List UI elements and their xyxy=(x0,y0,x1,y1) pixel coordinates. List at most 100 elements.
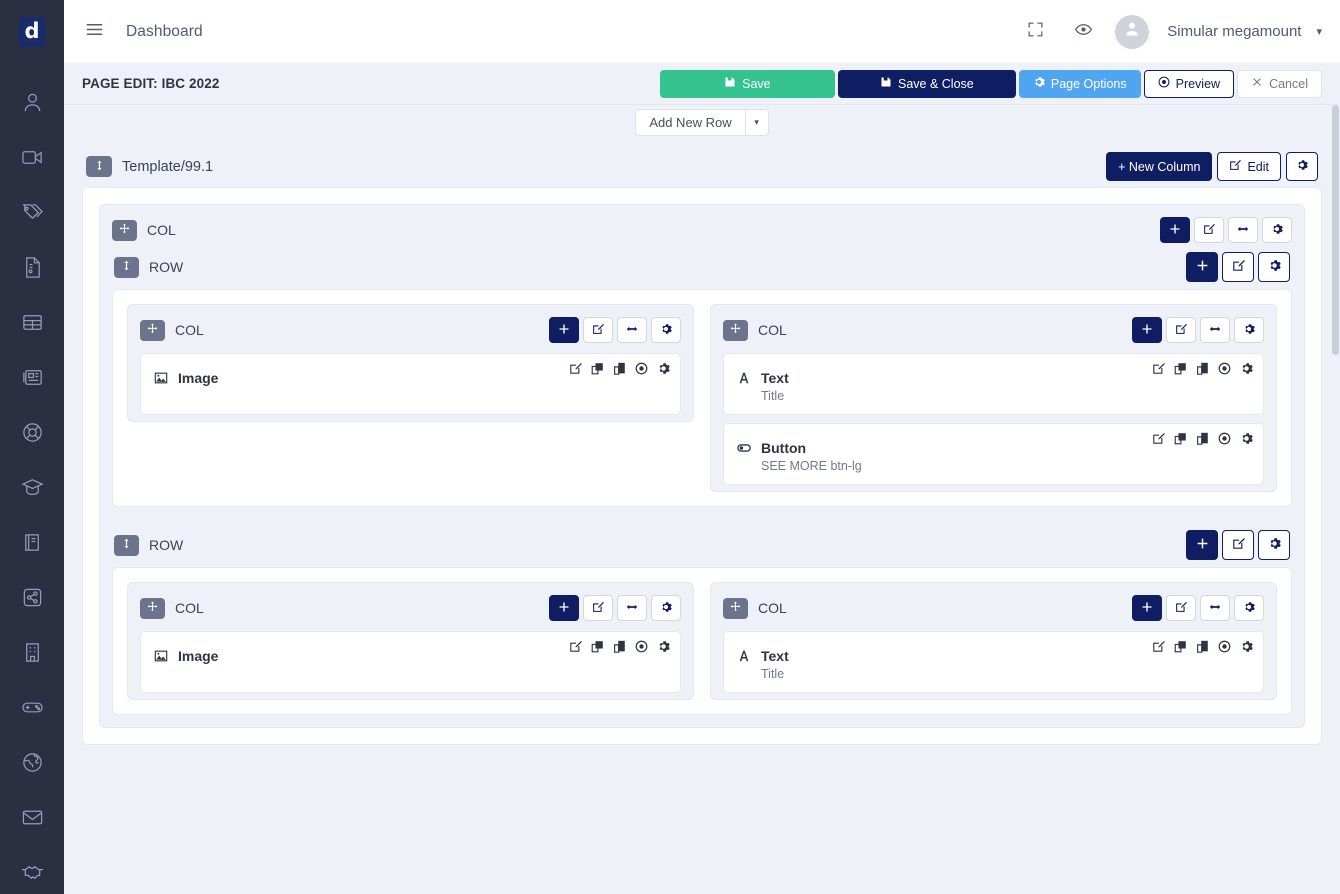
col-left-2-settings-button[interactable] xyxy=(651,595,681,621)
outer-col-drag-handle[interactable] xyxy=(112,219,137,241)
row-1-edit-button[interactable] xyxy=(1222,252,1254,282)
col-right-1-settings-button[interactable] xyxy=(1234,317,1264,343)
col-right-2-drag-handle[interactable] xyxy=(723,597,748,619)
eye-icon[interactable] xyxy=(1218,432,1231,450)
sidebar-item-partners[interactable] xyxy=(0,847,64,894)
pencil-square-icon[interactable] xyxy=(569,362,582,380)
sidebar-item-share[interactable] xyxy=(0,572,64,627)
add-new-row-dropdown-toggle[interactable]: ▾ xyxy=(744,109,769,136)
widget-image-1[interactable]: Image xyxy=(140,353,681,415)
vertical-scrollbar[interactable] xyxy=(1331,105,1340,894)
template-edit-button[interactable]: Edit xyxy=(1217,152,1281,181)
save-and-close-button[interactable]: Save & Close xyxy=(837,69,1016,98)
pencil-square-icon[interactable] xyxy=(1152,362,1165,380)
row-1-settings-button[interactable] xyxy=(1258,252,1290,282)
col-left-1-edit-button[interactable] xyxy=(583,317,613,343)
sidebar-item-mail[interactable] xyxy=(0,792,64,847)
preview-button[interactable]: Preview xyxy=(1143,69,1235,98)
outer-col-edit-button[interactable] xyxy=(1194,217,1224,243)
copy-icon[interactable] xyxy=(1174,640,1187,658)
widget-text-2[interactable]: Text Title xyxy=(723,631,1264,693)
duplicate-icon[interactable] xyxy=(1196,362,1209,380)
duplicate-icon[interactable] xyxy=(613,362,626,380)
avatar[interactable] xyxy=(1115,14,1150,49)
sidebar-item-global[interactable] xyxy=(0,737,64,792)
fullscreen-button[interactable] xyxy=(1015,12,1055,52)
widget-text-1[interactable]: Text Title xyxy=(723,353,1264,415)
copy-icon[interactable] xyxy=(591,640,604,658)
pencil-square-icon[interactable] xyxy=(569,640,582,658)
preview-eye-button[interactable] xyxy=(1063,12,1103,52)
col-left-1-settings-button[interactable] xyxy=(651,317,681,343)
user-name-label[interactable]: Simular megamount xyxy=(1167,23,1301,40)
save-button[interactable]: Save xyxy=(659,69,835,98)
scrollbar-thumb[interactable] xyxy=(1332,105,1339,355)
sidebar-item-games[interactable] xyxy=(0,682,64,737)
chevron-down-icon[interactable]: ▾ xyxy=(1316,25,1322,38)
row-1-drag-handle[interactable] xyxy=(114,256,139,278)
sidebar-item-education[interactable] xyxy=(0,462,64,517)
gear-icon[interactable] xyxy=(1240,432,1253,450)
duplicate-icon[interactable] xyxy=(613,640,626,658)
col-right-1-edit-button[interactable] xyxy=(1166,317,1196,343)
copy-icon[interactable] xyxy=(591,362,604,380)
sidebar-item-videos[interactable] xyxy=(0,132,64,187)
col-left-1-add-button[interactable] xyxy=(549,317,579,343)
col-left-1-drag-handle[interactable] xyxy=(140,319,165,341)
gear-icon[interactable] xyxy=(1240,640,1253,658)
menu-toggle-button[interactable] xyxy=(76,14,112,50)
gear-icon[interactable] xyxy=(1240,362,1253,380)
sidebar-item-library[interactable] xyxy=(0,517,64,572)
row-2-settings-button[interactable] xyxy=(1258,530,1290,560)
template-settings-button[interactable] xyxy=(1286,152,1318,181)
col-right-2-resize-button[interactable] xyxy=(1200,595,1230,621)
pencil-square-icon[interactable] xyxy=(1152,640,1165,658)
col-left-1-resize-button[interactable] xyxy=(617,317,647,343)
eye-icon[interactable] xyxy=(635,362,648,380)
widget-button-1[interactable]: Button SEE MORE btn-lg xyxy=(723,423,1264,485)
duplicate-icon[interactable] xyxy=(1196,640,1209,658)
col-right-2-add-button[interactable] xyxy=(1132,595,1162,621)
gear-icon[interactable] xyxy=(657,362,670,380)
row-2-add-button[interactable] xyxy=(1186,530,1218,560)
col-right-1-drag-handle[interactable] xyxy=(723,319,748,341)
new-column-button[interactable]: + New Column xyxy=(1106,152,1213,181)
eye-icon[interactable] xyxy=(635,640,648,658)
outer-col-add-button[interactable] xyxy=(1160,217,1190,243)
col-left-2-add-button[interactable] xyxy=(549,595,579,621)
cancel-button[interactable]: Cancel xyxy=(1237,69,1322,98)
col-left-2-drag-handle[interactable] xyxy=(140,597,165,619)
gear-icon[interactable] xyxy=(657,640,670,658)
col-left-2-edit-button[interactable] xyxy=(583,595,613,621)
row-2-drag-handle[interactable] xyxy=(114,534,139,556)
copy-icon[interactable] xyxy=(1174,362,1187,380)
col-right-2-settings-button[interactable] xyxy=(1234,595,1264,621)
row-2-actions xyxy=(1186,530,1290,560)
row-1-header: ROW xyxy=(112,249,1292,285)
outer-col-settings-button[interactable] xyxy=(1262,217,1292,243)
widget-image-2[interactable]: Image xyxy=(140,631,681,693)
col-left-2-resize-button[interactable] xyxy=(617,595,647,621)
duplicate-icon[interactable] xyxy=(1196,432,1209,450)
page-options-button[interactable]: Page Options xyxy=(1018,69,1141,98)
sidebar-item-users[interactable] xyxy=(0,77,64,132)
eye-icon[interactable] xyxy=(1218,640,1231,658)
sidebar-item-tags[interactable] xyxy=(0,187,64,242)
sidebar-item-support[interactable] xyxy=(0,407,64,462)
col-right-2-edit-button[interactable] xyxy=(1166,595,1196,621)
sidebar-item-documents[interactable] xyxy=(0,242,64,297)
brand-logo-container[interactable]: d xyxy=(0,0,64,63)
copy-icon[interactable] xyxy=(1174,432,1187,450)
col-right-1-add-button[interactable] xyxy=(1132,317,1162,343)
sidebar-item-news[interactable] xyxy=(0,352,64,407)
add-new-row-button[interactable]: Add New Row xyxy=(635,109,745,136)
template-drag-handle[interactable] xyxy=(86,156,112,177)
col-right-1-resize-button[interactable] xyxy=(1200,317,1230,343)
outer-col-resize-button[interactable] xyxy=(1228,217,1258,243)
row-2-edit-button[interactable] xyxy=(1222,530,1254,560)
row-1-add-button[interactable] xyxy=(1186,252,1218,282)
sidebar-item-tables[interactable] xyxy=(0,297,64,352)
eye-icon[interactable] xyxy=(1218,362,1231,380)
sidebar-item-company[interactable] xyxy=(0,627,64,682)
pencil-square-icon[interactable] xyxy=(1152,432,1165,450)
